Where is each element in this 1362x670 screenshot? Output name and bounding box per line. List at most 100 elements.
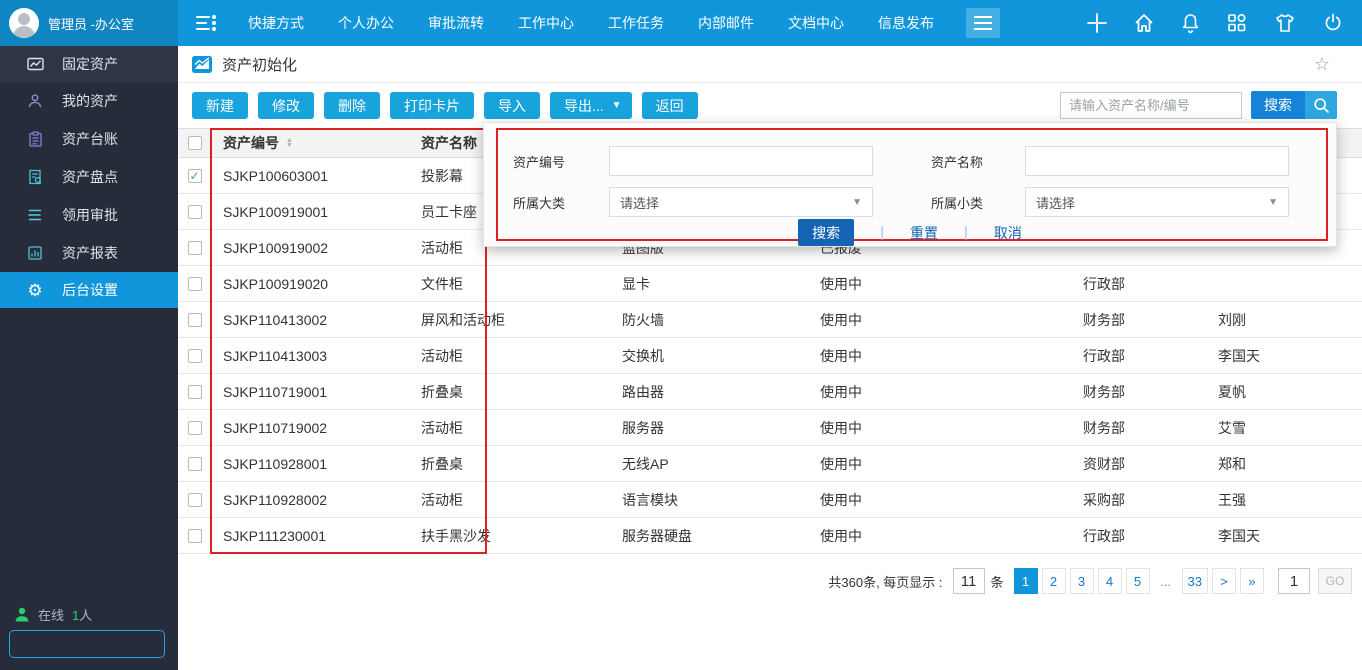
table-row[interactable]: SJKP110413003 活动柜 交换机 使用中 行政部 李国天 bbox=[178, 338, 1362, 374]
row-checkbox[interactable] bbox=[188, 349, 202, 363]
sidebar-item-asset-reports[interactable]: 资产报表 bbox=[0, 234, 178, 272]
row-checkbox[interactable] bbox=[188, 205, 202, 219]
delete-button[interactable]: 删除 bbox=[324, 92, 380, 119]
edit-button[interactable]: 修改 bbox=[258, 92, 314, 119]
new-button[interactable]: 新建 bbox=[192, 92, 248, 119]
nav-internal-mail[interactable]: 内部邮件 bbox=[698, 13, 754, 33]
sidebar-item-asset-ledger[interactable]: 资产台账 bbox=[0, 120, 178, 158]
nav-personal-office[interactable]: 个人办公 bbox=[338, 13, 394, 33]
more-menu-button[interactable] bbox=[966, 8, 1000, 38]
sidebar-item-asset-inventory[interactable]: 资产盘点 bbox=[0, 158, 178, 196]
sidebar-item-fixed-assets[interactable]: 固定资产 bbox=[0, 46, 178, 82]
print-card-button[interactable]: 打印卡片 bbox=[390, 92, 474, 119]
select-all-checkbox[interactable] bbox=[188, 136, 202, 150]
page-title: 资产初始化 bbox=[222, 54, 297, 75]
nav-approval-flow[interactable]: 审批流转 bbox=[428, 13, 484, 33]
table-row[interactable]: SJKP110719002 活动柜 服务器 使用中 财务部 艾雪 bbox=[178, 410, 1362, 446]
next-page-button[interactable]: > bbox=[1212, 568, 1236, 594]
user-menu[interactable]: 管理员 -办公室 bbox=[0, 0, 178, 46]
online-label: 在线 bbox=[38, 605, 64, 624]
page-button-3[interactable]: 3 bbox=[1070, 568, 1094, 594]
nav-info-publish[interactable]: 信息发布 bbox=[878, 13, 934, 33]
cell-status: 使用中 bbox=[814, 302, 1074, 337]
page-button-33[interactable]: 33 bbox=[1182, 568, 1208, 594]
row-checkbox[interactable] bbox=[188, 421, 202, 435]
table-row[interactable]: SJKP100919020 文件柜 显卡 使用中 行政部 bbox=[178, 266, 1362, 302]
go-button[interactable]: GO bbox=[1318, 568, 1352, 594]
table-row[interactable]: SJKP110413002 屏风和活动柜 防火墙 使用中 财务部 刘刚 bbox=[178, 302, 1362, 338]
sidebar: 固定资产 我的资产 资产台账 资产盘点 领用审批 bbox=[0, 46, 178, 670]
page-button-1[interactable]: 1 bbox=[1014, 568, 1038, 594]
back-button[interactable]: 返回 bbox=[642, 92, 698, 119]
cell-department: 行政部 bbox=[1074, 266, 1215, 301]
row-checkbox[interactable] bbox=[188, 241, 202, 255]
page-button-5[interactable]: 5 bbox=[1126, 568, 1150, 594]
cell-department: 财务部 bbox=[1074, 374, 1215, 409]
cell-department: 采购部 bbox=[1074, 482, 1215, 517]
apps-icon[interactable] bbox=[1226, 12, 1248, 34]
sidebar-search-input[interactable] bbox=[10, 631, 198, 657]
page-ellipsis: ... bbox=[1154, 568, 1178, 594]
quick-search: 搜索 bbox=[1060, 91, 1337, 119]
caret-down-icon: ▼ bbox=[852, 197, 862, 208]
quick-search-input[interactable] bbox=[1060, 92, 1242, 119]
jump-page-input[interactable] bbox=[1278, 568, 1310, 594]
cell-asset-code: SJKP100919002 bbox=[211, 230, 418, 265]
panel-search-button[interactable]: 搜索 bbox=[798, 219, 854, 246]
page-size-input[interactable] bbox=[953, 568, 985, 594]
row-checkbox[interactable] bbox=[188, 385, 202, 399]
sort-icon[interactable]: ▲▼ bbox=[286, 138, 293, 148]
add-icon[interactable] bbox=[1086, 12, 1108, 34]
nav-work-center[interactable]: 工作中心 bbox=[518, 13, 574, 33]
cancel-button[interactable]: 取消 bbox=[994, 223, 1022, 243]
table-row[interactable]: SJKP110719001 折叠桌 路由器 使用中 财务部 夏帆 bbox=[178, 374, 1362, 410]
row-checkbox[interactable] bbox=[188, 457, 202, 471]
table-row[interactable]: SJKP111230001 扶手黑沙发 服务器硬盘 使用中 行政部 李国天 bbox=[178, 518, 1362, 554]
cell-asset-code: SJKP100919020 bbox=[211, 266, 418, 301]
table-row[interactable]: SJKP110928002 活动柜 语言模块 使用中 采购部 王强 bbox=[178, 482, 1362, 518]
gear-icon: ⚙ bbox=[26, 282, 44, 299]
caret-down-icon: ▼ bbox=[1268, 197, 1278, 208]
favorite-star-icon[interactable]: ☆ bbox=[1314, 54, 1330, 75]
cell-asset-code: SJKP110413002 bbox=[211, 302, 418, 337]
asset-code-input[interactable] bbox=[609, 146, 873, 176]
row-checkbox[interactable] bbox=[188, 313, 202, 327]
asset-name-input[interactable] bbox=[1025, 146, 1289, 176]
sidebar-toggle-icon[interactable] bbox=[194, 12, 218, 34]
cell-asset-name: 活动柜 bbox=[418, 410, 618, 445]
cell-asset-code: SJKP100603001 bbox=[211, 158, 418, 193]
nav-shortcuts[interactable]: 快捷方式 bbox=[248, 13, 304, 33]
import-button[interactable]: 导入 bbox=[484, 92, 540, 119]
cell-asset-code: SJKP100919001 bbox=[211, 194, 418, 229]
row-checkbox[interactable] bbox=[188, 529, 202, 543]
sidebar-search bbox=[9, 630, 165, 658]
row-checkbox[interactable]: ✓ bbox=[188, 169, 202, 183]
report-icon bbox=[26, 245, 44, 261]
cell-status: 使用中 bbox=[814, 338, 1074, 373]
bell-icon[interactable] bbox=[1180, 12, 1201, 34]
cell-user bbox=[1215, 266, 1362, 301]
row-checkbox[interactable] bbox=[188, 277, 202, 291]
table-row[interactable]: SJKP110928001 折叠桌 无线AP 使用中 资财部 郑和 bbox=[178, 446, 1362, 482]
export-dropdown-button[interactable]: 导出...▼ bbox=[550, 92, 632, 119]
last-page-button[interactable]: » bbox=[1240, 568, 1264, 594]
cell-asset-code: SJKP110928001 bbox=[211, 446, 418, 481]
sidebar-item-approval[interactable]: 领用审批 bbox=[0, 196, 178, 234]
reset-button[interactable]: 重置 bbox=[910, 223, 938, 243]
header-asset-code[interactable]: 资产编号▲▼ bbox=[211, 129, 418, 157]
home-icon[interactable] bbox=[1133, 12, 1155, 34]
page-button-2[interactable]: 2 bbox=[1042, 568, 1066, 594]
pagination: 共360条, 每页显示 : 条 1 2 3 4 5 ... 33 > » GO bbox=[828, 568, 1352, 594]
search-button[interactable]: 搜索 bbox=[1251, 91, 1337, 119]
minor-category-select[interactable]: 请选择▼ bbox=[1025, 187, 1289, 217]
sidebar-item-my-assets[interactable]: 我的资产 bbox=[0, 82, 178, 120]
page-button-4[interactable]: 4 bbox=[1098, 568, 1122, 594]
sidebar-item-backend-settings[interactable]: ⚙ 后台设置 bbox=[0, 272, 178, 308]
document-search-icon bbox=[26, 169, 44, 185]
power-icon[interactable] bbox=[1322, 12, 1344, 34]
nav-document-center[interactable]: 文档中心 bbox=[788, 13, 844, 33]
nav-work-tasks[interactable]: 工作任务 bbox=[608, 13, 664, 33]
major-category-select[interactable]: 请选择▼ bbox=[609, 187, 873, 217]
theme-icon[interactable] bbox=[1273, 12, 1297, 34]
row-checkbox[interactable] bbox=[188, 493, 202, 507]
